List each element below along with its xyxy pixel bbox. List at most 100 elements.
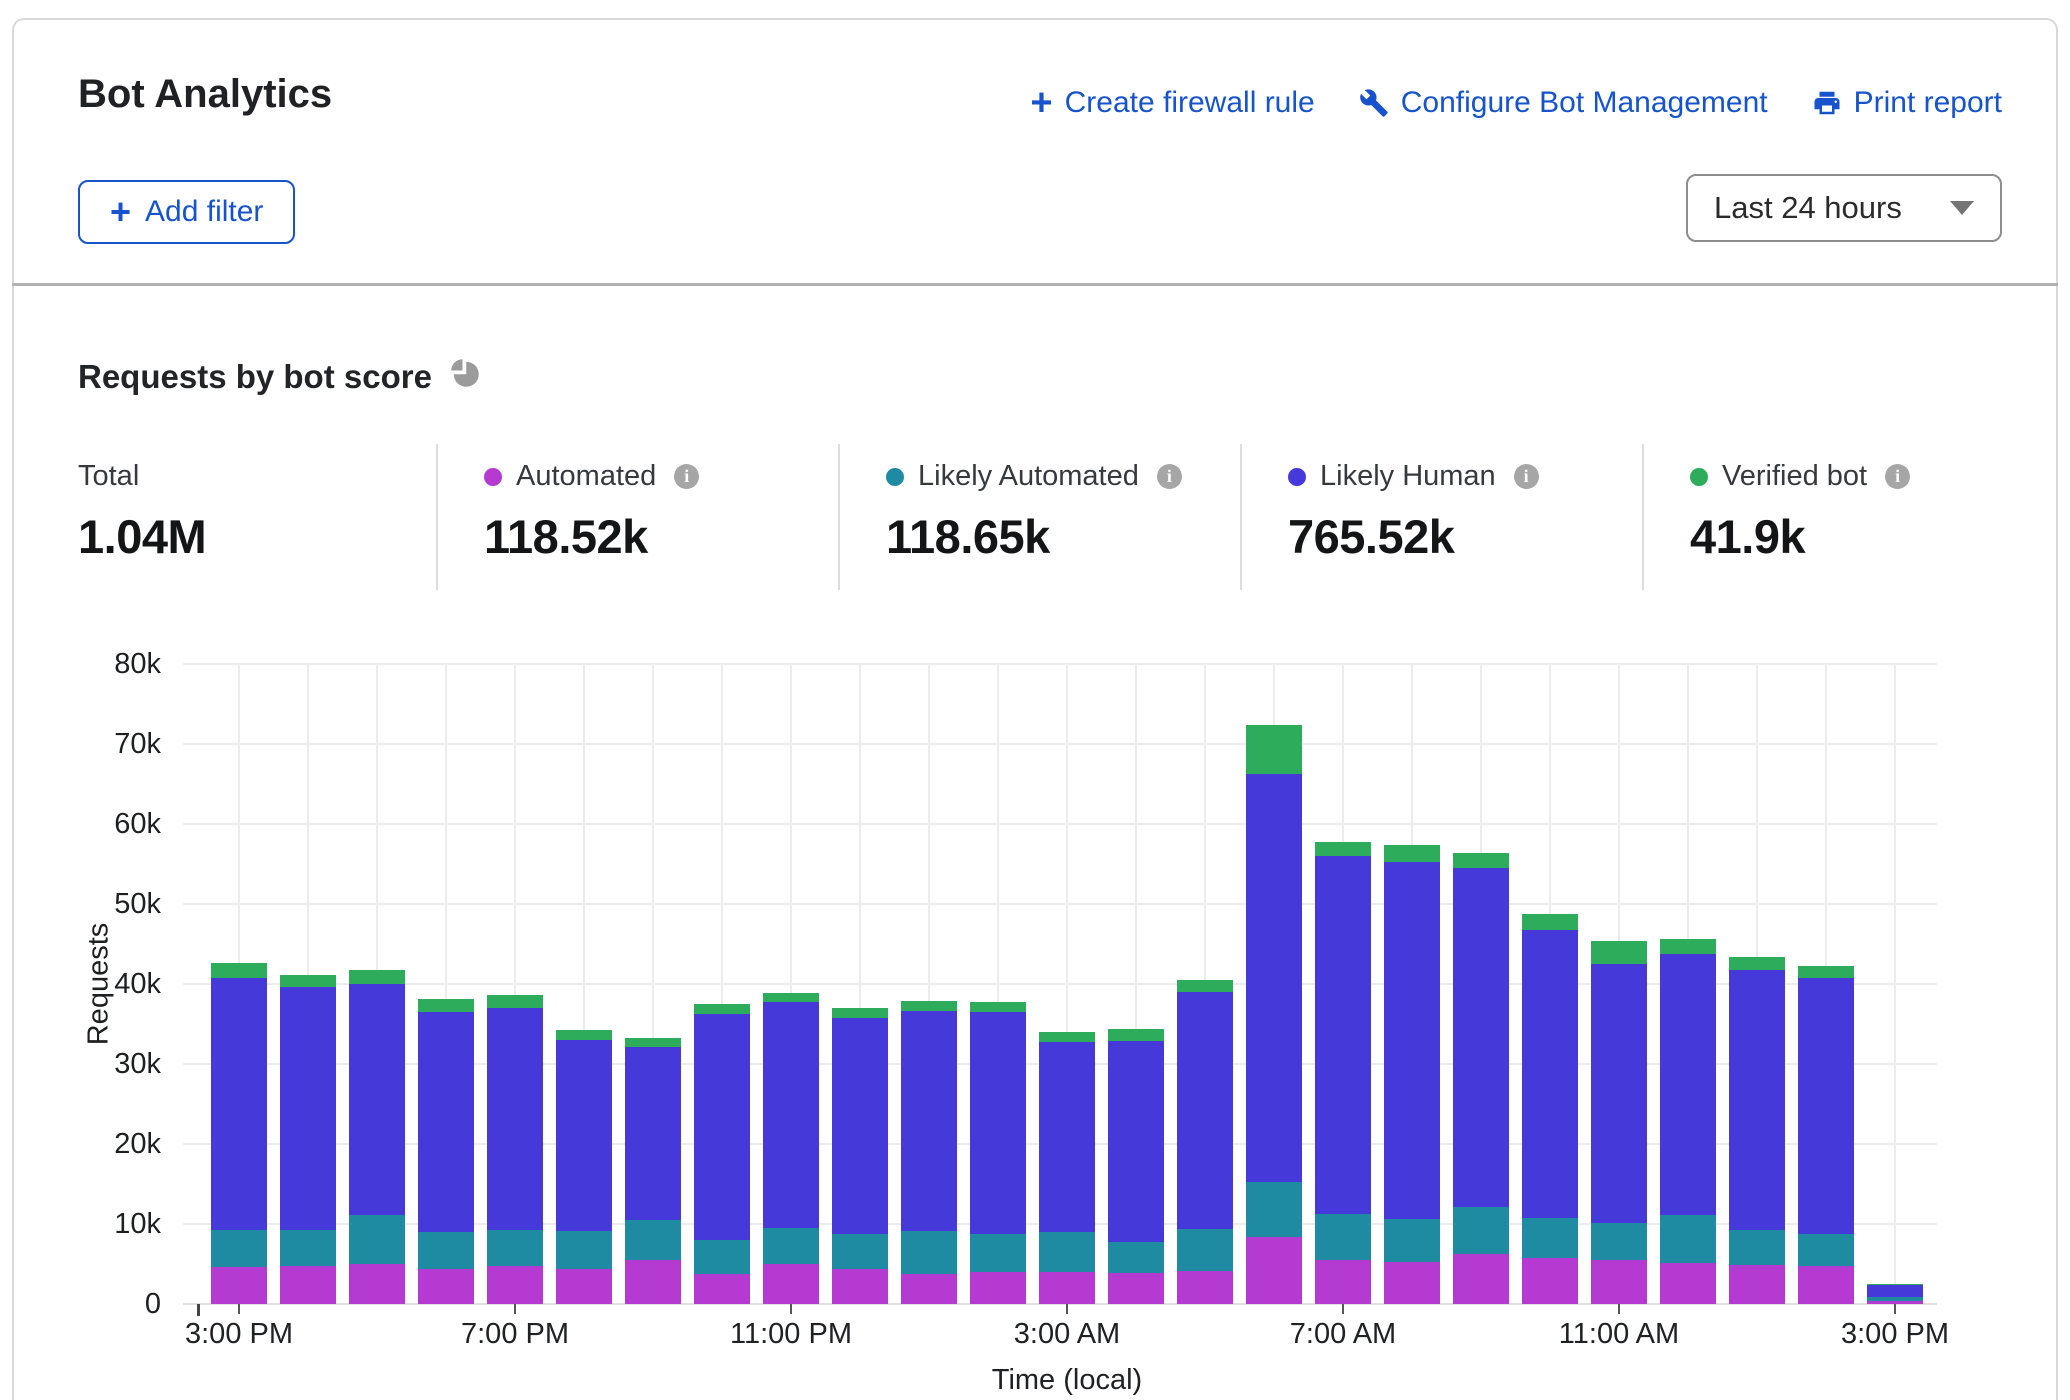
bar-400pm[interactable]	[280, 975, 336, 1304]
segment-verified-bot	[349, 970, 405, 984]
segment-likely-automated	[832, 1234, 888, 1269]
segment-verified-bot	[763, 993, 819, 1003]
x-tick-label: 3:00 AM	[1014, 1318, 1120, 1351]
segment-automated	[280, 1266, 336, 1304]
segment-likely-human	[1384, 862, 1440, 1220]
segment-likely-automated	[280, 1230, 336, 1267]
info-icon[interactable]: i	[1514, 464, 1539, 489]
bar-300pm[interactable]	[1867, 1284, 1923, 1304]
bar-300pm[interactable]	[211, 963, 267, 1304]
segment-automated	[418, 1269, 474, 1304]
print-report-label: Print report	[1854, 86, 2002, 120]
add-filter-button[interactable]: + Add filter	[78, 180, 295, 244]
segment-verified-bot	[556, 1030, 612, 1040]
wrench-icon	[1359, 88, 1389, 118]
segment-likely-automated	[1591, 1223, 1647, 1260]
stat-total: Total 1.04M	[78, 444, 436, 590]
bar-700am[interactable]	[1315, 842, 1371, 1304]
segment-verified-bot	[970, 1002, 1026, 1012]
segment-likely-human	[1729, 970, 1785, 1230]
requests-chart: 010k20k30k40k50k60k70k80k3:00 PM7:00 PM1…	[197, 664, 1937, 1304]
segment-likely-human	[1867, 1285, 1923, 1297]
bar-1200pm[interactable]	[1660, 939, 1716, 1304]
bar-900am[interactable]	[1453, 853, 1509, 1304]
segment-verified-bot	[211, 963, 267, 977]
segment-likely-human	[1660, 954, 1716, 1216]
segment-likely-human	[901, 1011, 957, 1231]
gridline-v	[1894, 664, 1896, 1304]
segment-likely-human	[1522, 930, 1578, 1219]
x-tick	[238, 1304, 240, 1314]
bar-1100am[interactable]	[1591, 941, 1647, 1304]
bar-100am[interactable]	[901, 1001, 957, 1304]
segment-automated	[832, 1269, 888, 1304]
printer-icon	[1812, 88, 1842, 118]
segment-likely-human	[556, 1040, 612, 1231]
y-tick-label: 80k	[57, 648, 161, 680]
bar-1000am[interactable]	[1522, 914, 1578, 1304]
info-icon[interactable]: i	[1885, 464, 1910, 489]
segment-likely-automated	[556, 1231, 612, 1269]
bar-100pm[interactable]	[1729, 957, 1785, 1304]
segment-verified-bot	[418, 999, 474, 1012]
segment-automated	[1660, 1263, 1716, 1304]
segment-likely-human	[1591, 964, 1647, 1223]
bar-1100pm[interactable]	[763, 993, 819, 1304]
segment-likely-automated	[970, 1234, 1026, 1272]
segment-verified-bot	[1660, 939, 1716, 953]
stat-value: 118.52k	[484, 509, 838, 564]
segment-automated	[556, 1269, 612, 1304]
segment-verified-bot	[1108, 1029, 1164, 1041]
bar-900pm[interactable]	[625, 1038, 681, 1304]
bar-800am[interactable]	[1384, 845, 1440, 1304]
time-range-value: Last 24 hours	[1714, 190, 1902, 226]
segment-likely-human	[694, 1014, 750, 1240]
segment-automated	[901, 1274, 957, 1304]
segment-verified-bot	[1384, 845, 1440, 862]
bar-500pm[interactable]	[349, 970, 405, 1304]
bar-300am[interactable]	[1039, 1032, 1095, 1304]
segment-verified-bot	[1591, 941, 1647, 964]
segment-automated	[1591, 1260, 1647, 1304]
section-title-text: Requests by bot score	[78, 358, 432, 396]
segment-likely-human	[625, 1047, 681, 1220]
bar-1000pm[interactable]	[694, 1004, 750, 1304]
create-firewall-rule-link[interactable]: + Create firewall rule	[1030, 86, 1314, 120]
bar-600am[interactable]	[1246, 725, 1302, 1304]
info-icon[interactable]: i	[674, 464, 699, 489]
bar-600pm[interactable]	[418, 999, 474, 1304]
segment-verified-bot	[625, 1038, 681, 1047]
stat-value: 118.65k	[886, 509, 1240, 564]
print-report-link[interactable]: Print report	[1812, 86, 2002, 120]
segment-likely-automated	[763, 1228, 819, 1264]
create-firewall-rule-label: Create firewall rule	[1065, 86, 1315, 120]
bar-1200am[interactable]	[832, 1008, 888, 1304]
bar-800pm[interactable]	[556, 1030, 612, 1304]
segment-likely-human	[280, 987, 336, 1229]
time-range-select[interactable]: Last 24 hours	[1686, 174, 2002, 242]
y-tick-label: 30k	[57, 1048, 161, 1080]
segment-verified-bot	[832, 1008, 888, 1018]
bar-200am[interactable]	[970, 1002, 1026, 1304]
bot-analytics-card: Bot Analytics + Create firewall rule Con…	[12, 18, 2058, 1400]
page-title: Bot Analytics	[78, 72, 332, 117]
configure-bot-management-link[interactable]: Configure Bot Management	[1359, 86, 1768, 120]
bar-700pm[interactable]	[487, 995, 543, 1304]
segment-likely-human	[1108, 1041, 1164, 1242]
segment-likely-human	[349, 984, 405, 1215]
section-title: Requests by bot score	[78, 358, 480, 396]
add-filter-label: Add filter	[145, 195, 263, 229]
bar-500am[interactable]	[1177, 980, 1233, 1304]
x-tick	[514, 1304, 516, 1314]
info-icon[interactable]: i	[1157, 464, 1182, 489]
segment-likely-automated	[1729, 1230, 1785, 1264]
bar-400am[interactable]	[1108, 1029, 1164, 1304]
segment-likely-human	[970, 1012, 1026, 1234]
stat-label: Automated	[516, 460, 656, 493]
x-tick-label: 7:00 PM	[461, 1318, 569, 1351]
x-tick-label: 7:00 AM	[1290, 1318, 1396, 1351]
segment-likely-automated	[418, 1232, 474, 1269]
bar-200pm[interactable]	[1798, 966, 1854, 1304]
segment-likely-automated	[1177, 1229, 1233, 1271]
segment-likely-human	[832, 1018, 888, 1234]
